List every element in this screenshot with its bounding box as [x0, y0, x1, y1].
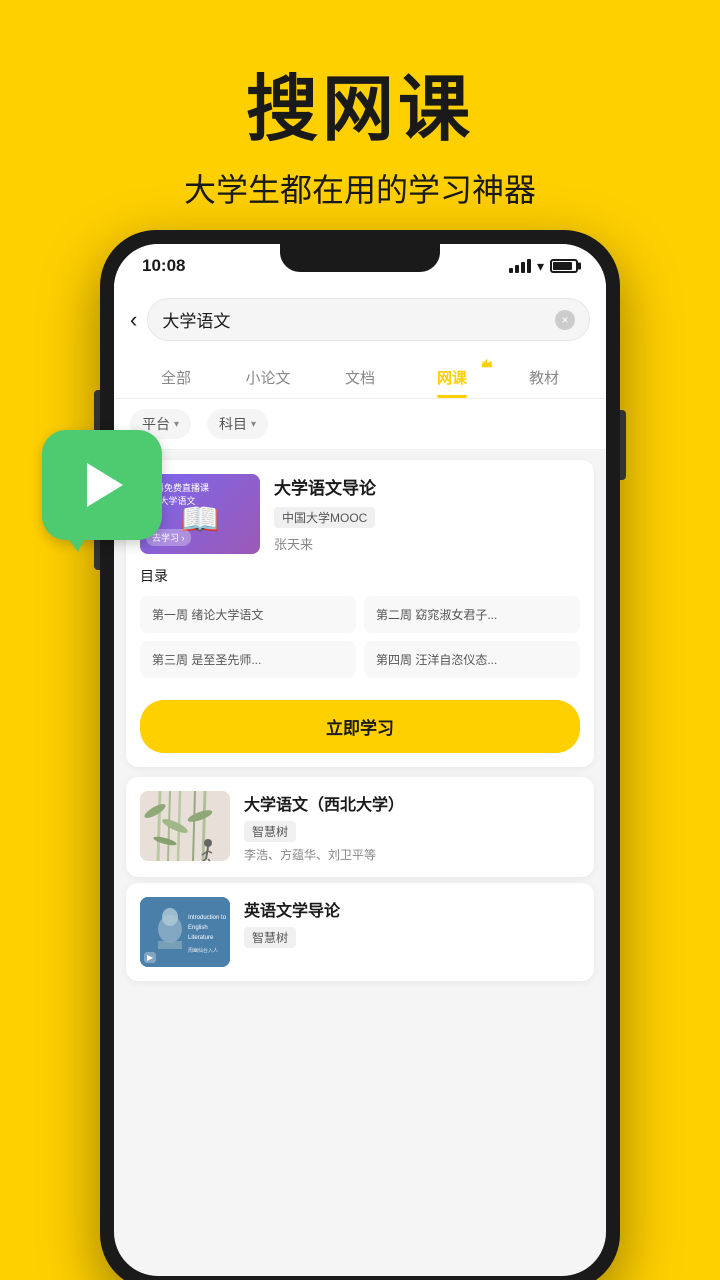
search-input-wrapper[interactable]: 大学语文 × [147, 298, 590, 341]
svg-text:周幽仙台入人: 周幽仙台入人 [188, 947, 218, 954]
tab-doc[interactable]: 文档 [314, 359, 406, 398]
tab-essay[interactable]: 小论文 [222, 359, 314, 398]
toc-label: 目录 [140, 566, 580, 586]
content-area: 全科免费直播课大学语文 📖 去学习 › 大学语文导论 中国大学MOOC 张天来 [114, 450, 606, 987]
app-logo-icon [42, 430, 162, 540]
learn-now-button[interactable]: 立即学习 [140, 700, 580, 753]
tab-textbook[interactable]: 教材 [498, 359, 590, 398]
signal-icon [509, 259, 531, 273]
course-card-2: 大学语文（西北大学） 智慧树 李浩、方蕴华、刘卫平等 [126, 777, 594, 877]
toc-item-2[interactable]: 第二周 窈窕淑女君子... [364, 596, 580, 633]
course-card-1: 全科免费直播课大学语文 📖 去学习 › 大学语文导论 中国大学MOOC 张天来 [126, 460, 594, 767]
course-title-2: 大学语文（西北大学） [244, 791, 580, 815]
course-title-1: 大学语文导论 [274, 474, 580, 499]
toc-item-1[interactable]: 第一周 绪论大学语文 [140, 596, 356, 633]
crown-icon [480, 357, 494, 369]
app-subtitle: 大学生都在用的学习神器 [20, 165, 700, 211]
tabs-row: 全部 小论文 文档 网课 教材 [114, 351, 606, 399]
course-card-3: Introduction to English Literature 周幽仙台入… [126, 883, 594, 981]
toc-item-3[interactable]: 第三周 是至圣先师... [140, 641, 356, 678]
bamboo-illustration [140, 791, 230, 861]
phone-screen: 10:08 ▾ [114, 244, 606, 1276]
teacher-name-1: 张天来 [274, 534, 580, 553]
status-bar: 10:08 ▾ [114, 244, 606, 288]
wifi-icon: ▾ [537, 258, 544, 275]
platform-badge-1[interactable]: 中国大学MOOC [274, 507, 375, 528]
back-button[interactable]: ‹ [130, 307, 137, 333]
clear-search-button[interactable]: × [555, 310, 575, 330]
notch [280, 244, 440, 272]
subject-filter[interactable]: 科目 ▾ [207, 409, 268, 439]
course-thumbnail-3: Introduction to English Literature 周幽仙台入… [140, 897, 230, 967]
chevron-down-icon-2: ▾ [251, 419, 256, 430]
toc-item-4[interactable]: 第四周 汪洋自恣仪态... [364, 641, 580, 678]
toc-section: 目录 第一周 绪论大学语文 第二周 窈窕淑女君子... 第三周 是至圣先师...… [140, 566, 580, 688]
battery-icon [550, 259, 578, 273]
status-time: 10:08 [142, 256, 185, 276]
course-info-1: 大学语文导论 中国大学MOOC 张天来 [274, 474, 580, 554]
course-info-2: 大学语文（西北大学） 智慧树 李浩、方蕴华、刘卫平等 [244, 791, 580, 863]
course-thumbnail-2 [140, 791, 230, 861]
filter-row: 平台 ▾ 科目 ▾ [114, 399, 606, 450]
play-badge: ▶ [144, 952, 156, 963]
teacher-name-2: 李浩、方蕴华、刘卫平等 [244, 846, 580, 863]
svg-text:Literature: Literature [188, 935, 214, 941]
tab-online[interactable]: 网课 [406, 359, 498, 398]
phone-frame: 10:08 ▾ [100, 230, 620, 1280]
search-bar-area: ‹ 大学语文 × [114, 288, 606, 351]
search-query[interactable]: 大学语文 [162, 307, 555, 332]
course-title-3: 英语文学导论 [244, 897, 580, 921]
status-icons: ▾ [509, 258, 578, 275]
app-background: 搜网课 大学生都在用的学习神器 10:08 [0, 0, 720, 1280]
svg-text:English: English [188, 925, 208, 931]
platform-badge-2[interactable]: 智慧树 [244, 821, 296, 842]
chevron-down-icon: ▾ [174, 419, 179, 430]
svg-text:Introduction to: Introduction to [188, 915, 227, 921]
toc-grid: 第一周 绪论大学语文 第二周 窈窕淑女君子... 第三周 是至圣先师... 第四… [140, 596, 580, 678]
course-top-1: 全科免费直播课大学语文 📖 去学习 › 大学语文导论 中国大学MOOC 张天来 [140, 474, 580, 554]
platform-badge-3[interactable]: 智慧树 [244, 927, 296, 948]
tab-all[interactable]: 全部 [130, 359, 222, 398]
app-title: 搜网课 [20, 50, 700, 155]
course-info-3: 英语文学导论 智慧树 [244, 897, 580, 967]
phone-mockup: 10:08 ▾ [100, 230, 620, 1280]
play-icon [87, 463, 123, 507]
app-header: 搜网课 大学生都在用的学习神器 [0, 0, 720, 241]
